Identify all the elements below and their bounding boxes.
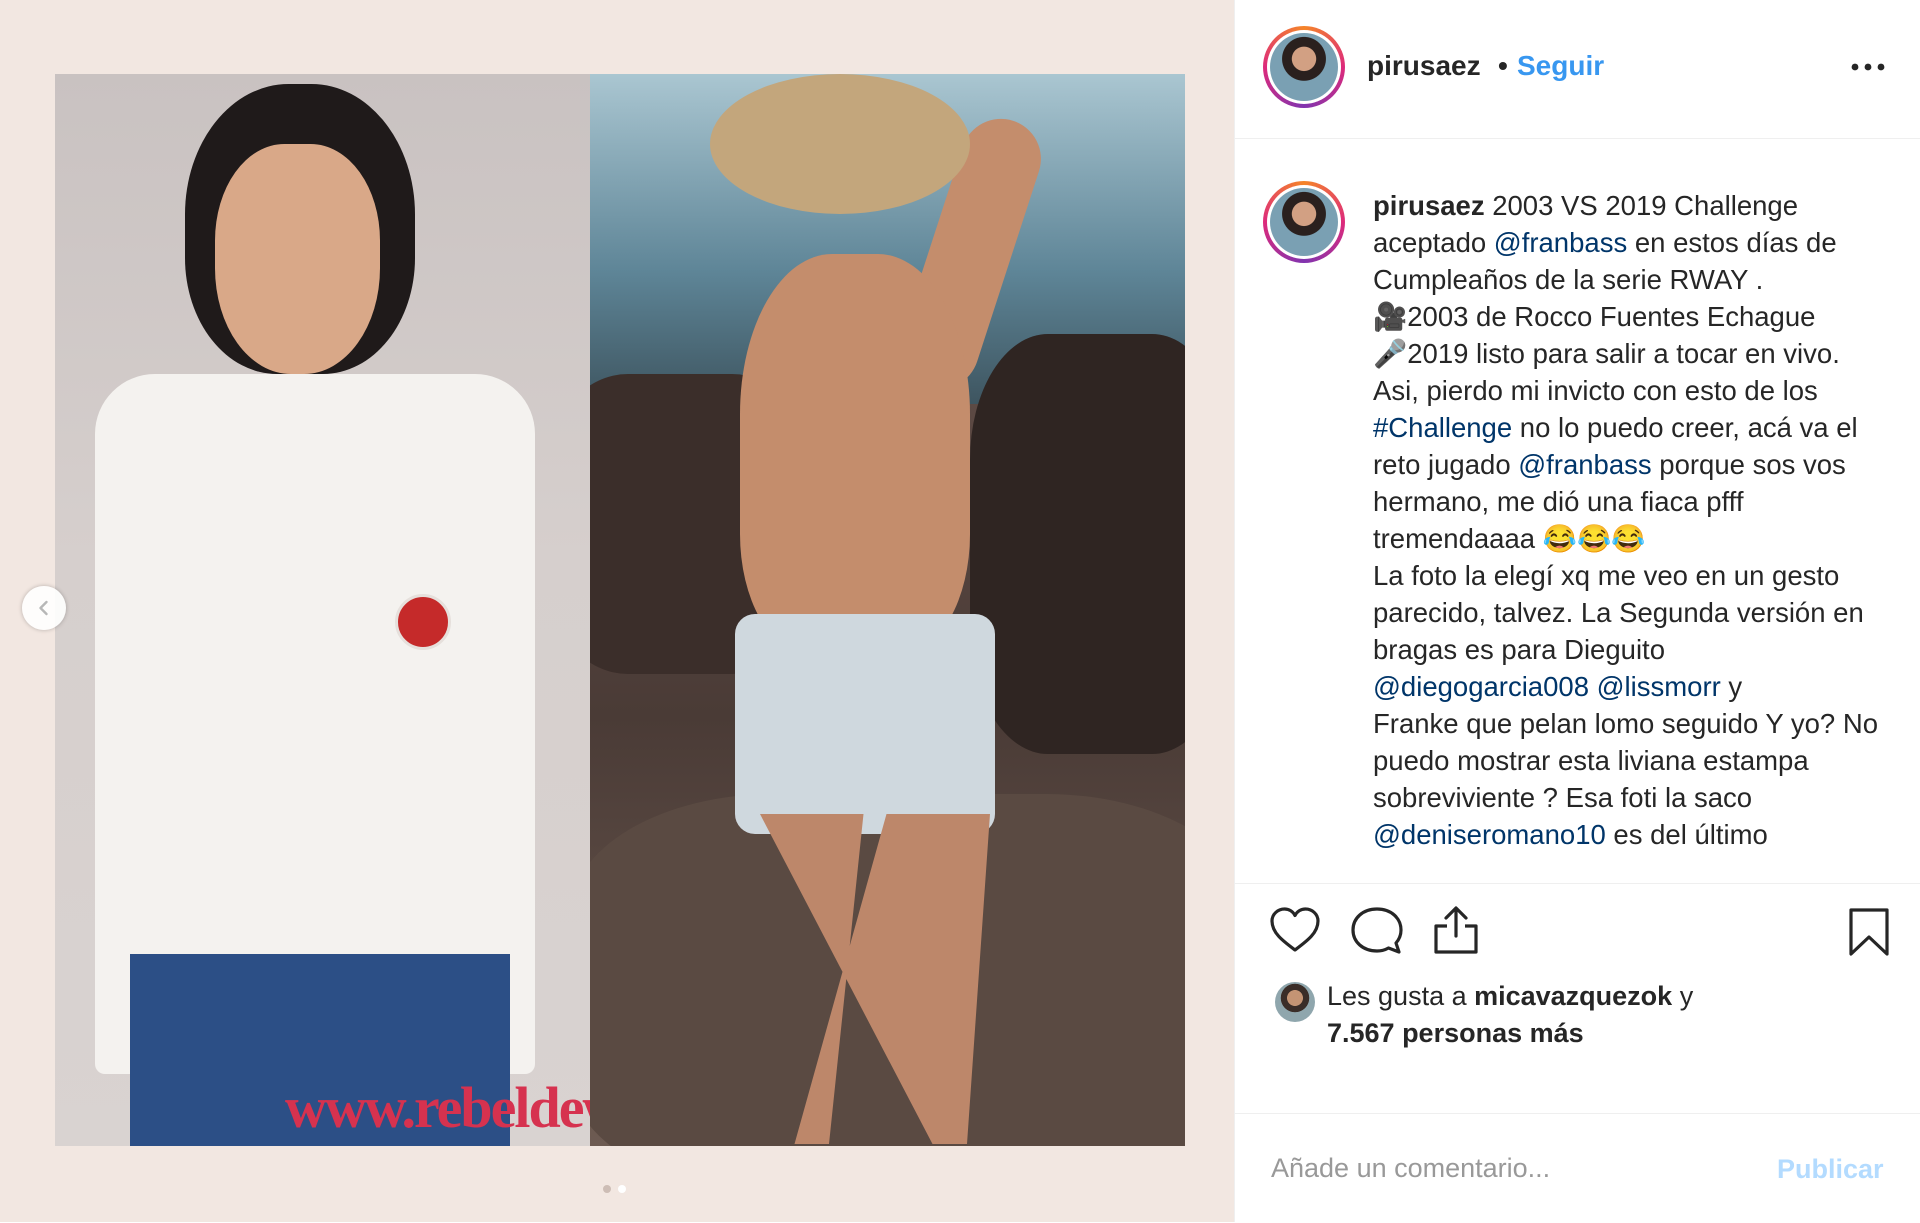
avatar-image: [1270, 33, 1338, 101]
share-icon: [1434, 906, 1478, 954]
comment-bar: Publicar: [1235, 1113, 1920, 1223]
previous-slide-button[interactable]: [22, 586, 66, 630]
caption-text: pirusaez 2003 VS 2019 Challenge aceptado…: [1373, 187, 1893, 853]
caption-username[interactable]: pirusaez: [1373, 190, 1485, 221]
photo-figure-shorts: [735, 614, 995, 834]
like-button[interactable]: [1269, 906, 1321, 959]
username-link[interactable]: pirusaez: [1367, 50, 1481, 82]
caption-segment: [1589, 671, 1597, 702]
photo-figure-face: [215, 144, 380, 374]
likes-prefix: Les gusta a: [1327, 981, 1475, 1011]
share-button[interactable]: [1431, 904, 1481, 961]
header-separator: •: [1498, 50, 1508, 81]
slide-indicator: [603, 1185, 626, 1193]
save-button[interactable]: [1847, 906, 1891, 963]
mention-link[interactable]: @franbass: [1518, 449, 1651, 480]
mention-link[interactable]: @deniseromano10: [1373, 819, 1606, 850]
mention-link[interactable]: @franbass: [1494, 227, 1627, 258]
likes-count[interactable]: 7.567 personas más: [1327, 1018, 1584, 1048]
post-actions: Les gusta a micavazquezok y 7.567 person…: [1235, 883, 1920, 1114]
photo-watermark: www.rebeldeway.c: [285, 1075, 590, 1140]
liked-by-user[interactable]: micavazquezok: [1474, 981, 1672, 1011]
bookmark-icon: [1849, 908, 1889, 956]
photo-figure-hat: [710, 74, 970, 214]
caption-segment: es del último: [1605, 819, 1768, 850]
caption-segment: 🎥2003 de Rocco Fuentes Echague 🎤2019 lis…: [1373, 301, 1840, 406]
photo-badge: [395, 594, 451, 650]
avatar[interactable]: [1263, 26, 1345, 108]
comment-icon: [1351, 907, 1403, 954]
photo-figure-body: [740, 254, 970, 654]
mention-link[interactable]: @lissmorr: [1597, 671, 1721, 702]
likes-middle: y: [1672, 981, 1694, 1011]
slide-dot-active: [618, 1185, 626, 1193]
liked-by-avatar[interactable]: [1275, 982, 1315, 1022]
comment-button[interactable]: [1351, 906, 1403, 961]
chevron-left-icon: [39, 600, 48, 616]
post-header: pirusaez • Seguir: [1235, 0, 1920, 139]
post-sidebar: pirusaez • Seguir pirusaez 2003 VS 2019 …: [1234, 0, 1920, 1222]
more-options-button[interactable]: [1851, 46, 1885, 80]
photo-2019: [590, 74, 1185, 1146]
comment-input[interactable]: [1269, 1152, 1773, 1185]
slide-dot: [603, 1185, 611, 1193]
heart-icon: [1270, 907, 1320, 952]
more-icon: [1851, 63, 1885, 71]
post-media: www.rebeldeway.c: [0, 0, 1234, 1222]
hashtag-link[interactable]: #Challenge: [1373, 412, 1512, 443]
follow-button[interactable]: Seguir: [1517, 50, 1604, 82]
caption-avatar[interactable]: [1263, 181, 1345, 263]
photo-2003: www.rebeldeway.c: [55, 74, 590, 1146]
caption-area: pirusaez 2003 VS 2019 Challenge aceptado…: [1235, 139, 1920, 883]
likes-summary: Les gusta a micavazquezok y 7.567 person…: [1327, 978, 1747, 1052]
mention-link[interactable]: @diegogarcia008: [1373, 671, 1589, 702]
caption-segment: porque sos vos hermano, me dió una fiaca…: [1373, 449, 1864, 665]
avatar-image: [1270, 188, 1338, 256]
publish-button[interactable]: Publicar: [1777, 1154, 1884, 1185]
photo-rock: [970, 334, 1185, 754]
